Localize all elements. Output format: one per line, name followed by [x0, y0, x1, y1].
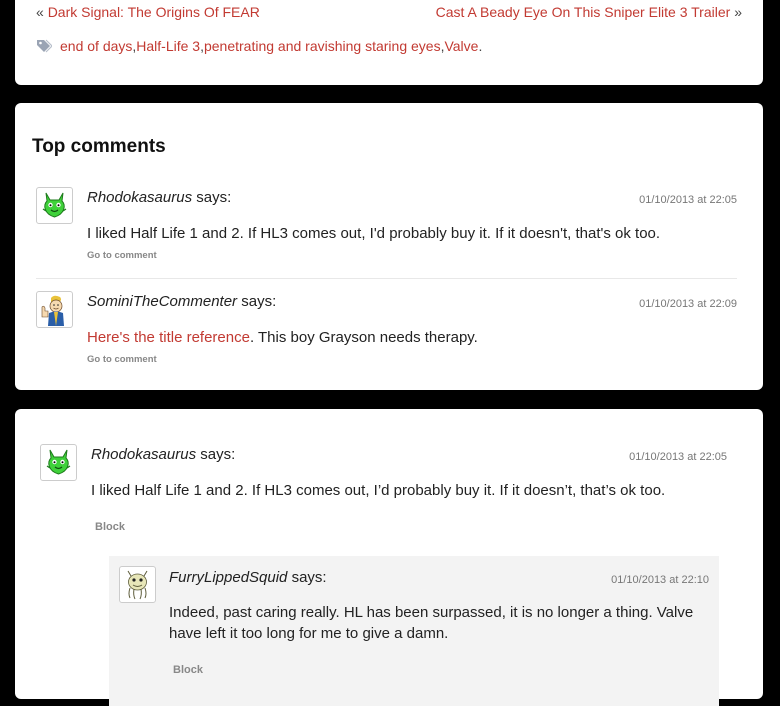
tag-end: .	[478, 38, 483, 54]
says-label: says:	[237, 293, 277, 310]
comment-text-line: Indeed, past caring really. HL has been …	[169, 604, 694, 621]
tag-link[interactable]: penetrating and ravishing staring eyes	[204, 38, 441, 54]
next-arrow: »	[734, 4, 742, 20]
comment-text-rest: . This boy Grayson needs therapy.	[249, 329, 478, 346]
block-button[interactable]: Block	[95, 521, 125, 533]
tag-link[interactable]: Valve	[444, 38, 478, 54]
top-comment: Rhodokasaurus says: 01/10/2013 at 22:05 …	[36, 187, 737, 267]
comment-author[interactable]: Rhodokasaurus	[91, 446, 196, 463]
comment-text: Indeed, past caring really. HL has been …	[169, 602, 693, 644]
avatar[interactable]	[40, 444, 77, 481]
comment-author[interactable]: SominiTheCommenter	[87, 293, 237, 310]
thumbs-up-vault-boy-avatar-icon	[41, 295, 64, 326]
comment-date[interactable]: 01/10/2013 at 22:05	[629, 451, 727, 463]
comment-text: I liked Half Life 1 and 2. If HL3 comes …	[87, 225, 661, 242]
section-title: Top comments	[32, 136, 166, 157]
comment-text: I liked Half Life 1 and 2. If HL3 comes …	[91, 482, 666, 499]
avatar[interactable]	[36, 291, 73, 328]
previous-post: « Dark Signal: The Origins Of FEAR	[36, 4, 260, 20]
reply-comment: FurryLippedSquid says: 01/10/2013 at 22:…	[109, 556, 719, 706]
comment-date[interactable]: 01/10/2013 at 22:10	[611, 574, 709, 586]
avatar[interactable]	[36, 187, 73, 224]
go-to-comment-link[interactable]: Go to comment	[87, 250, 157, 261]
comment-date[interactable]: 01/10/2013 at 22:05	[639, 194, 737, 206]
comment-date[interactable]: 01/10/2013 at 22:09	[639, 298, 737, 310]
previous-post-link[interactable]: Dark Signal: The Origins Of FEAR	[48, 4, 260, 20]
comment-author[interactable]: Rhodokasaurus	[87, 189, 192, 206]
comment-author-line: Rhodokasaurus says:	[91, 446, 235, 463]
comment-thread-card: Rhodokasaurus says: 01/10/2013 at 22:05 …	[15, 409, 763, 706]
says-label: says:	[196, 446, 236, 463]
comment-author-line: Rhodokasaurus says:	[87, 189, 231, 206]
green-creature-avatar-icon	[46, 449, 71, 475]
prev-arrow: «	[36, 4, 44, 20]
block-button[interactable]: Block	[173, 664, 203, 676]
tag-icon	[37, 39, 52, 53]
green-creature-avatar-icon	[42, 192, 67, 218]
tag-link[interactable]: end of days	[60, 38, 132, 54]
tag-link[interactable]: Half-Life 3	[136, 38, 200, 54]
next-post-link[interactable]: Cast A Beady Eye On This Sniper Elite 3 …	[436, 4, 731, 20]
comment-author-line: FurryLippedSquid says:	[169, 569, 327, 586]
avatar[interactable]	[119, 566, 156, 603]
comment-text: Here's the title reference. This boy Gra…	[87, 327, 478, 348]
says-label: says:	[192, 189, 232, 206]
comment-author[interactable]: FurryLippedSquid	[169, 569, 287, 586]
comment-divider	[36, 278, 737, 279]
post-navigation-card: « Dark Signal: The Origins Of FEAR Cast …	[15, 0, 763, 85]
comment-text-line: have left it too long for me to give a d…	[169, 625, 449, 642]
squid-avatar-icon	[127, 570, 148, 600]
top-comments-card: Top comments Rhodokasaurus says: 01/10/2…	[15, 103, 763, 390]
go-to-comment-link[interactable]: Go to comment	[87, 354, 157, 365]
title-reference-link[interactable]: Here's the title reference	[87, 329, 250, 346]
thread-comment: Rhodokasaurus says: 01/10/2013 at 22:05 …	[40, 444, 727, 544]
post-tags: end of days, Half-Life 3, penetrating an…	[36, 38, 482, 54]
comment-author-line: SominiTheCommenter says:	[87, 293, 276, 310]
top-comment: SominiTheCommenter says: 01/10/2013 at 2…	[36, 291, 737, 371]
says-label: says:	[287, 569, 327, 586]
next-post: Cast A Beady Eye On This Sniper Elite 3 …	[436, 4, 742, 20]
